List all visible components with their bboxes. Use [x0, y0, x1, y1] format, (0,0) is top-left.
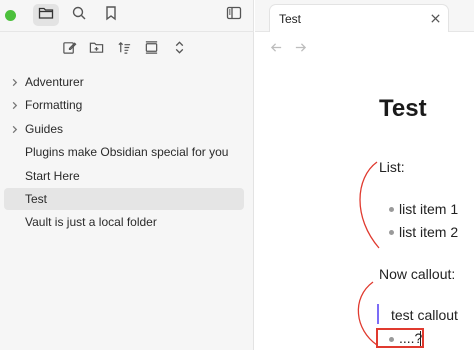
search-icon — [71, 5, 87, 26]
chevron-right-icon — [7, 98, 21, 112]
bullet-dot-icon — [389, 207, 394, 212]
bullet-dot-icon — [389, 230, 394, 235]
tree-folder-adventurer[interactable]: Adventurer — [4, 71, 244, 93]
callout-accent-bar — [377, 304, 379, 324]
files-tab-button[interactable] — [33, 4, 59, 26]
list-item: list item 1 — [399, 201, 459, 217]
tree-file-vault[interactable]: Vault is just a local folder — [4, 211, 244, 233]
editor-pane: Test Test List: list item 1 list item 2 … — [255, 0, 474, 350]
tree-item-label: Guides — [25, 122, 64, 136]
sidebar-topbar — [0, 0, 254, 32]
tree-item-label: Adventurer — [25, 75, 84, 89]
search-tab-button[interactable] — [66, 4, 92, 26]
new-note-button[interactable] — [59, 40, 79, 60]
expand-all-icon — [172, 40, 187, 60]
tree-folder-formatting[interactable]: Formatting — [4, 94, 244, 116]
tree-file-test[interactable]: Test — [4, 188, 244, 210]
callout-text: test callout — [391, 307, 458, 323]
tree-item-label: Vault is just a local folder — [25, 215, 157, 229]
sort-icon — [117, 40, 132, 60]
tree-folder-guides[interactable]: Guides — [4, 118, 244, 140]
chevron-right-icon — [7, 75, 21, 89]
document-view[interactable]: Test List: list item 1 list item 2 Now c… — [255, 0, 474, 350]
tree-item-label: Plugins make Obsidian special for you — [25, 145, 229, 159]
bookmark-icon — [103, 5, 119, 26]
file-explorer-sidebar: Adventurer Formatting Guides Plugins mak… — [0, 0, 254, 350]
list-heading: List: — [379, 159, 405, 175]
callout-heading: Now callout: — [379, 266, 456, 282]
expand-all-button[interactable] — [169, 40, 189, 60]
sort-button[interactable] — [114, 40, 134, 60]
collapse-button[interactable] — [141, 40, 161, 60]
sidebar-toggle-button[interactable] — [221, 4, 247, 26]
bookmarks-tab-button[interactable] — [98, 4, 124, 26]
window-status-dot[interactable] — [5, 10, 16, 21]
tree-item-label: Test — [25, 192, 48, 206]
tree-file-plugins[interactable]: Plugins make Obsidian special for you — [4, 141, 244, 163]
list-item: list item 2 — [399, 224, 459, 240]
tree-item-label: Start Here — [25, 169, 80, 183]
new-folder-button[interactable] — [86, 40, 106, 60]
new-folder-icon — [89, 40, 104, 60]
tree-item-label: Formatting — [25, 98, 83, 112]
tree-file-start-here[interactable]: Start Here — [4, 165, 244, 187]
new-note-icon — [62, 40, 77, 60]
app-window: Adventurer Formatting Guides Plugins mak… — [0, 0, 474, 350]
collapse-icon — [144, 40, 159, 60]
annotation-highlight-box — [376, 328, 424, 348]
sidebar-toggle-icon — [226, 5, 242, 26]
document-title: Test — [379, 95, 427, 122]
files-icon — [38, 5, 54, 26]
chevron-right-icon — [7, 122, 21, 136]
file-explorer-toolbar — [0, 38, 254, 62]
